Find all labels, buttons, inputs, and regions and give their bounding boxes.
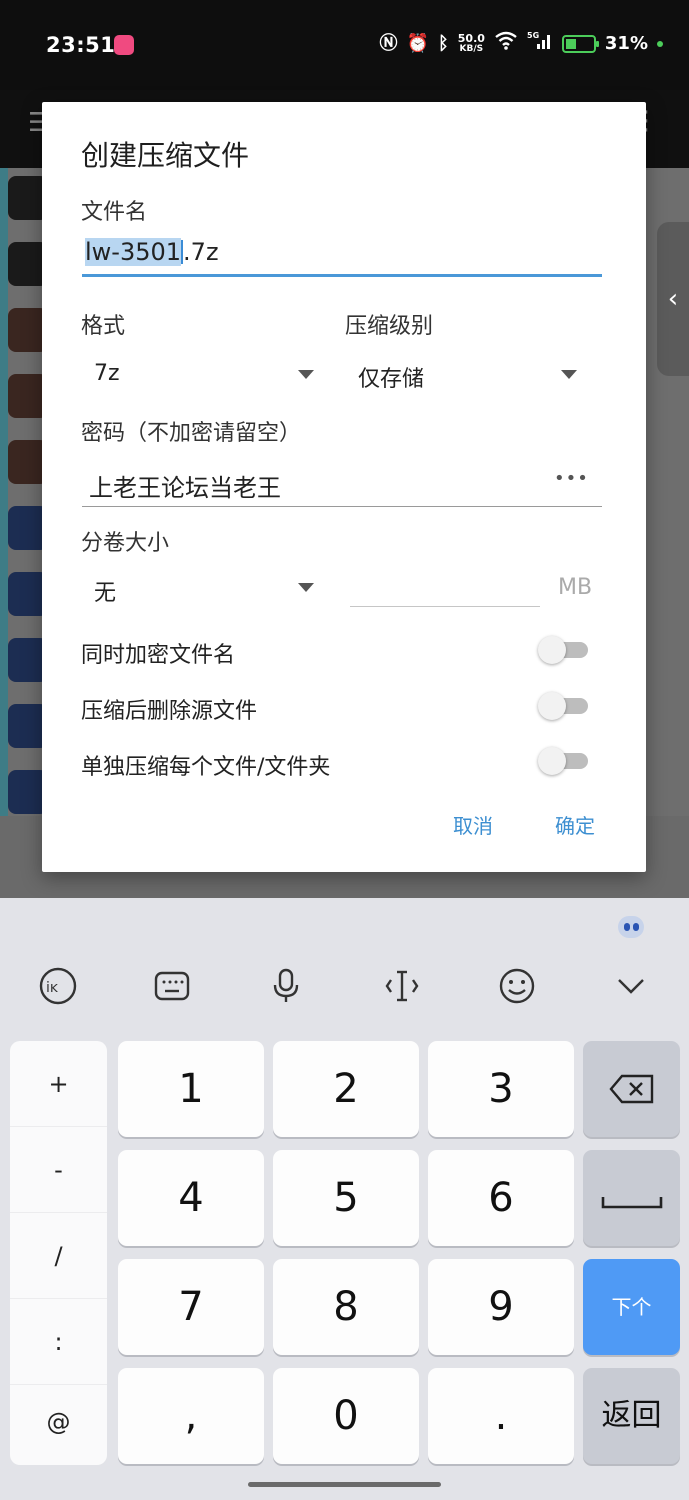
compress-separately-label: 单独压缩每个文件/文件夹 — [81, 755, 331, 780]
list-item — [0, 564, 48, 622]
delete-source-toggle[interactable] — [538, 690, 590, 720]
toggle-thumb — [538, 636, 566, 664]
svg-text:5G: 5G — [527, 31, 539, 40]
key-6[interactable]: 6 — [428, 1150, 574, 1246]
list-item — [0, 366, 48, 424]
microphone-icon[interactable] — [264, 966, 308, 1010]
return-key[interactable]: 返回 — [583, 1368, 680, 1464]
space-key[interactable] — [583, 1150, 680, 1246]
app-notification-icon — [114, 35, 134, 55]
list-item — [0, 300, 48, 358]
alarm-icon: ⏰ — [406, 32, 429, 54]
key-0[interactable]: 0 — [273, 1368, 419, 1464]
nfc-icon: Ⓝ — [379, 32, 398, 54]
network-speed: 50.0 KB/S — [458, 33, 485, 55]
cancel-button[interactable]: 取消 — [453, 810, 493, 839]
key-1[interactable]: 1 — [118, 1041, 264, 1137]
key-7[interactable]: 7 — [118, 1259, 264, 1355]
status-icons: Ⓝ ⏰ ᛒ 50.0 KB/S 5G 31% — [380, 30, 663, 57]
password-visibility-toggle[interactable]: ••• — [554, 468, 589, 489]
key-minus[interactable]: - — [10, 1127, 107, 1213]
key-colon[interactable]: : — [10, 1299, 107, 1385]
encrypt-filenames-toggle[interactable] — [538, 634, 590, 664]
backspace-key[interactable] — [583, 1041, 680, 1137]
side-panel-tab[interactable]: ‹ — [657, 222, 689, 376]
level-value: 仅存储 — [358, 367, 425, 392]
backspace-icon — [608, 1074, 653, 1104]
handwriting-icon[interactable]: iĸ — [36, 966, 80, 1010]
key-period[interactable]: . — [428, 1368, 574, 1464]
home-indicator[interactable] — [248, 1482, 441, 1487]
key-5[interactable]: 5 — [273, 1150, 419, 1246]
level-label: 压缩级别 — [345, 314, 434, 339]
cursor-move-icon[interactable] — [380, 966, 424, 1010]
confirm-button[interactable]: 确定 — [555, 810, 595, 839]
list-item — [0, 762, 48, 820]
key-9[interactable]: 9 — [428, 1259, 574, 1355]
delete-source-label: 压缩后删除源文件 — [81, 699, 258, 724]
filename-underline — [82, 274, 602, 277]
keyboard-layout-icon[interactable] — [150, 966, 194, 1010]
format-dropdown-icon — [298, 370, 314, 379]
volume-value: 无 — [94, 581, 117, 606]
key-8[interactable]: 8 — [273, 1259, 419, 1355]
filename-extension-text: .7z — [183, 238, 219, 266]
list-item — [0, 630, 48, 688]
filename-selected-text: lw-3501 — [85, 238, 182, 266]
volume-unit: MB — [558, 575, 593, 600]
hide-keyboard-icon[interactable] — [609, 966, 653, 1010]
password-input[interactable]: 上老王论坛当老王 — [89, 468, 281, 503]
volume-size-input[interactable] — [350, 568, 540, 604]
network-speed-unit: KB/S — [459, 43, 484, 54]
list-item — [0, 234, 48, 292]
privacy-dot-icon — [657, 40, 663, 47]
toggle-thumb — [538, 692, 566, 720]
password-underline — [82, 506, 602, 507]
chevron-left-icon: ‹ — [667, 284, 679, 314]
ai-assistant-icon[interactable] — [618, 916, 644, 938]
next-key[interactable]: 下个 — [583, 1259, 680, 1355]
emoji-icon[interactable] — [495, 966, 539, 1010]
status-bar: 23:51 Ⓝ ⏰ ᛒ 50.0 KB/S 5G 31% — [0, 0, 689, 90]
battery-percent: 31% — [604, 33, 648, 54]
key-plus[interactable]: + — [10, 1041, 107, 1127]
format-label: 格式 — [81, 314, 126, 339]
toggle-thumb — [538, 747, 566, 775]
key-3[interactable]: 3 — [428, 1041, 574, 1137]
encrypt-filenames-label: 同时加密文件名 — [81, 643, 236, 668]
dialog-title: 创建压缩文件 — [81, 139, 250, 172]
symbol-column: + - / : @ — [10, 1041, 107, 1465]
battery-icon — [561, 34, 599, 53]
volume-size-underline — [350, 606, 540, 607]
key-slash[interactable]: / — [10, 1213, 107, 1299]
format-value: 7z — [94, 361, 120, 386]
network-speed-value: 50.0 — [457, 31, 485, 45]
list-item — [0, 168, 48, 226]
status-time: 23:51 — [46, 33, 116, 57]
bluetooth-icon: ᛒ — [437, 32, 449, 54]
volume-label: 分卷大小 — [81, 531, 170, 556]
filename-input[interactable]: lw-3501.7z — [85, 238, 219, 266]
5g-signal-icon: 5G — [527, 30, 553, 57]
level-dropdown-icon — [561, 370, 577, 379]
key-4[interactable]: 4 — [118, 1150, 264, 1246]
create-archive-dialog: 创建压缩文件 文件名 lw-3501.7z 格式 7z 压缩级别 仅存储 密码（… — [42, 102, 646, 872]
list-item — [0, 696, 48, 754]
space-icon — [601, 1197, 662, 1209]
svg-text:iĸ: iĸ — [46, 980, 59, 996]
password-label: 密码（不加密请留空） — [81, 421, 302, 446]
compress-separately-toggle[interactable] — [538, 745, 590, 775]
list-item — [0, 498, 48, 556]
volume-dropdown-icon — [298, 583, 314, 592]
key-2[interactable]: 2 — [273, 1041, 419, 1137]
wifi-icon — [494, 30, 518, 57]
list-item — [0, 432, 48, 490]
key-comma[interactable]: , — [118, 1368, 264, 1464]
key-at[interactable]: @ — [10, 1379, 107, 1465]
filename-label: 文件名 — [81, 200, 148, 225]
